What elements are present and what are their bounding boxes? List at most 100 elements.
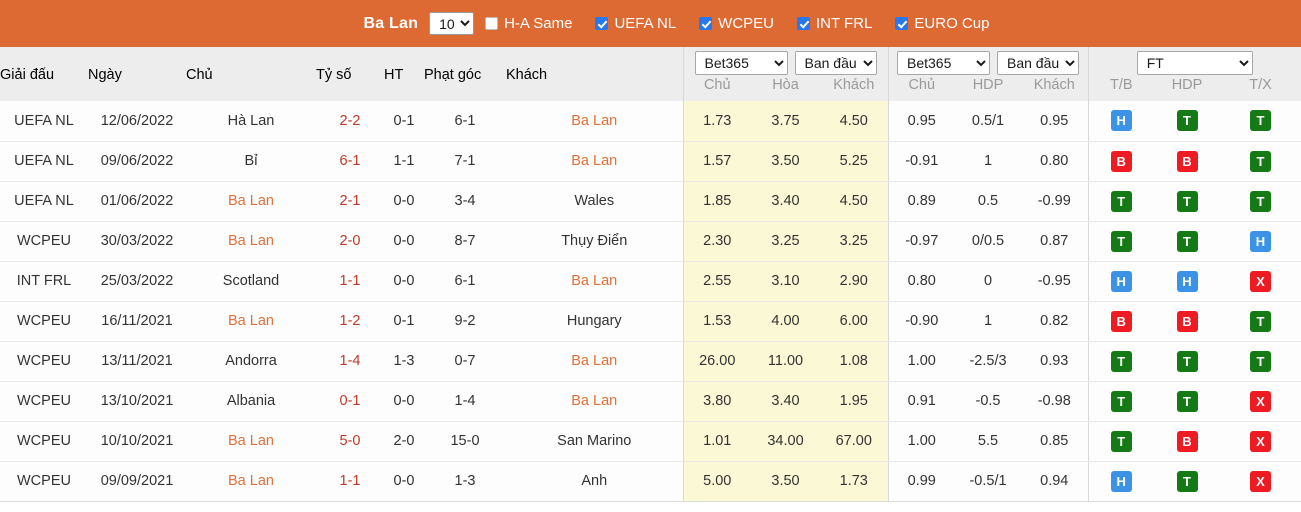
cell-home: Bỉ	[186, 141, 316, 182]
cell-home: Scotland	[186, 261, 316, 302]
table-row[interactable]: UEFA NL 12/06/2022 Hà Lan 2-2 0-1 6-1 Ba Lan 1.…	[0, 101, 1301, 142]
cell-result-tx: X	[1220, 421, 1301, 462]
cell-home: Albania	[186, 381, 316, 422]
checkbox-euro-cup[interactable]: EURO Cup	[895, 15, 989, 32]
col-header-date: Ngày	[88, 47, 186, 101]
cell-result-tx-badge: X	[1250, 470, 1271, 492]
cell-date: 09/09/2021	[88, 461, 186, 502]
checkbox-euro-cup-label: EURO Cup	[914, 15, 990, 32]
cell-away: Ba Lan	[506, 101, 684, 142]
cell-result-hdp-badge: T	[1176, 350, 1198, 372]
cell-odds-home: 5.00	[682, 461, 751, 502]
col-header-odds-home: Chủ	[682, 77, 751, 101]
cell-result-tb-badge: T	[1110, 390, 1132, 412]
cell-result-hdp-badge: T	[1176, 110, 1198, 132]
cell-hdp-home: -0.91	[887, 141, 955, 182]
table-row[interactable]: INT FRL 25/03/2022 Scotland 1-1 0-0 6-1 Ba Lan…	[0, 261, 1301, 302]
cell-hdp-home: 1.00	[887, 341, 955, 382]
cell-away: Ba Lan	[506, 341, 684, 382]
cell-result-tx: X	[1220, 461, 1301, 502]
checkbox-wcpeu-box[interactable]	[699, 17, 713, 30]
cell-home: Andorra	[186, 341, 316, 382]
cell-result-hdp: T	[1154, 381, 1220, 422]
col-header-corner: Phạt góc	[424, 47, 506, 101]
cell-ht: 0-1	[384, 101, 424, 142]
period-select[interactable]: FTHT	[1136, 51, 1253, 75]
table-row[interactable]: WCPEU 10/10/2021 Ba Lan 5-0 2-0 15-0 San Marin…	[0, 421, 1301, 462]
cell-corner: 1-4	[424, 381, 506, 422]
col-header-home: Chủ	[186, 47, 316, 101]
cell-score: 1-1	[316, 261, 384, 302]
hdp-phase-select[interactable]: Ban đầuTức thời	[997, 51, 1079, 75]
cell-score: 1-2	[316, 301, 384, 342]
cell-odds-home: 2.30	[682, 221, 751, 262]
cell-away: Ba Lan	[506, 261, 684, 302]
cell-hdp-away: 0.95	[1021, 101, 1088, 142]
cell-hdp-home: -0.97	[887, 221, 955, 262]
cell-hdp-line: 0.5/1	[955, 101, 1021, 142]
cell-score: 2-2	[316, 101, 384, 142]
cell-league: WCPEU	[0, 381, 88, 422]
table-row[interactable]: WCPEU 09/09/2021 Ba Lan 1-1 0-0 1-3 Anh 5.00 3.5…	[0, 461, 1301, 502]
checkbox-ha-same-box[interactable]	[485, 17, 499, 30]
cell-result-hdp-badge: B	[1176, 430, 1198, 452]
cell-corner: 15-0	[424, 421, 506, 462]
cell-odds-home: 1.57	[682, 141, 751, 182]
cell-odds-away: 1.73	[820, 461, 888, 502]
table-row[interactable]: UEFA NL 09/06/2022 Bỉ 6-1 1-1 7-1 Ba Lan 1.57 3.…	[0, 141, 1301, 182]
checkbox-int-frl[interactable]: INT FRL	[797, 15, 872, 32]
odds-phase-select[interactable]: Ban đầuTức thời	[794, 51, 877, 75]
cell-hdp-line: 0.5	[955, 181, 1021, 222]
cell-hdp-home: -0.90	[887, 301, 955, 342]
cell-result-tx: X	[1220, 381, 1301, 422]
cell-hdp-away: -0.98	[1021, 381, 1088, 422]
col-header-league: Giải đấu	[0, 47, 88, 101]
cell-odds-draw: 4.00	[751, 301, 820, 342]
cell-score: 1-4	[316, 341, 384, 382]
cell-league: WCPEU	[0, 341, 88, 382]
table-row[interactable]: WCPEU 13/10/2021 Albania 0-1 0-0 1-4 Ba Lan 3.8…	[0, 381, 1301, 422]
cell-hdp-line: 0	[955, 261, 1021, 302]
cell-odds-draw: 34.00	[751, 421, 820, 462]
checkbox-euro-cup-box[interactable]	[895, 17, 909, 30]
cell-odds-draw: 3.75	[751, 101, 820, 142]
table-row[interactable]: UEFA NL 01/06/2022 Ba Lan 2-1 0-0 3-4 Wales 1.8…	[0, 181, 1301, 222]
checkbox-uefa-nl-box[interactable]	[595, 17, 609, 30]
cell-odds-away: 1.95	[820, 381, 888, 422]
checkbox-ha-same[interactable]: H-A Same	[485, 15, 572, 32]
cell-corner: 0-7	[424, 341, 506, 382]
checkbox-uefa-nl[interactable]: UEFA NL	[595, 15, 676, 32]
cell-home: Ba Lan	[186, 461, 316, 502]
cell-corner: 8-7	[424, 221, 506, 262]
cell-away: San Marino	[506, 421, 684, 462]
cell-result-tb-badge: H	[1110, 110, 1132, 132]
row-count-select[interactable]: 10203050	[429, 12, 475, 35]
cell-hdp-away: 0.85	[1021, 421, 1088, 462]
cell-result-hdp: B	[1154, 301, 1220, 342]
cell-date: 30/03/2022	[88, 221, 186, 262]
checkbox-wcpeu[interactable]: WCPEU	[699, 15, 774, 32]
cell-hdp-away: 0.94	[1021, 461, 1088, 502]
table-row[interactable]: WCPEU 13/11/2021 Andorra 1-4 1-3 0-7 Ba Lan 26.…	[0, 341, 1301, 382]
match-history-panel: Giải đấu Ngày Chủ Tỷ số HT Phạt góc Khác…	[0, 47, 1301, 512]
cell-result-tb-badge: T	[1110, 350, 1132, 372]
cell-hdp-line: -0.5/1	[955, 461, 1021, 502]
cell-result-tb: T	[1087, 221, 1154, 262]
cell-hdp-line: 1	[955, 141, 1021, 182]
odds-bookmaker-select[interactable]: Bet365CrownMacauslotEasybets	[694, 51, 788, 75]
cell-result-tb-badge: H	[1110, 470, 1132, 492]
cell-home: Ba Lan	[186, 181, 316, 222]
col-header-ht: HT	[384, 47, 424, 101]
page-title: Ba Lan	[363, 14, 419, 32]
cell-hdp-home: 0.80	[887, 261, 955, 302]
cell-ht: 0-0	[384, 461, 424, 502]
cell-result-tb-badge: B	[1110, 310, 1132, 332]
checkbox-int-frl-box[interactable]	[797, 17, 810, 30]
cell-result-tx: T	[1220, 141, 1301, 182]
cell-odds-home: 1.53	[682, 301, 751, 342]
cell-result-hdp: T	[1154, 101, 1220, 142]
table-row[interactable]: WCPEU 16/11/2021 Ba Lan 1-2 0-1 9-2 Hungary 1.5…	[0, 301, 1301, 342]
table-row[interactable]: WCPEU 30/03/2022 Ba Lan 2-0 0-0 8-7 Thụy Điển 2…	[0, 221, 1301, 262]
hdp-bookmaker-select[interactable]: Bet365CrownMacauslotEasybets	[897, 51, 990, 75]
cell-date: 13/11/2021	[88, 341, 186, 382]
